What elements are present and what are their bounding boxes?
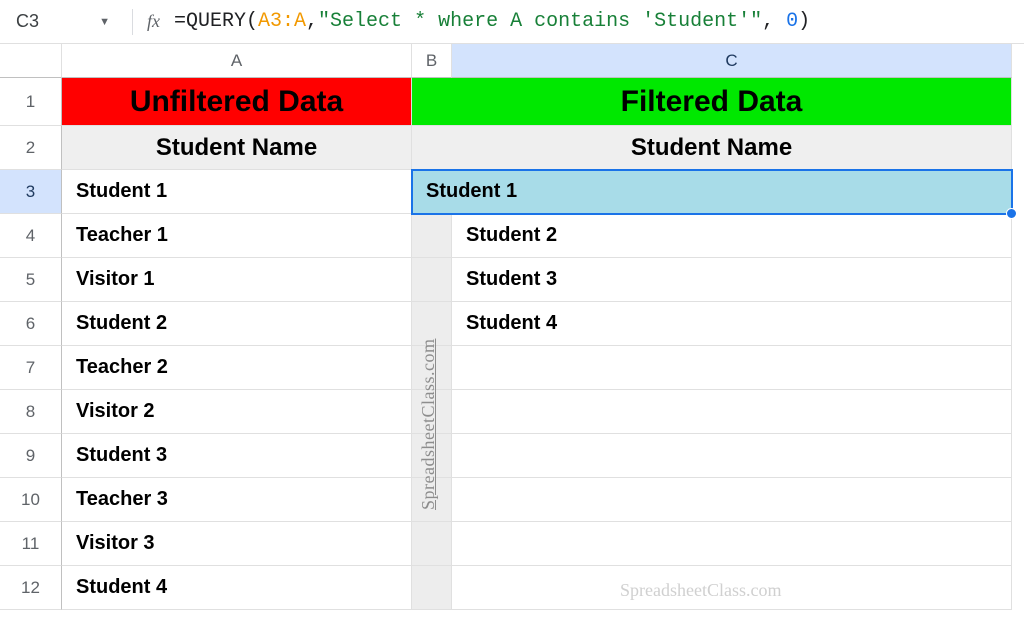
cell-b8[interactable] <box>412 390 452 434</box>
row-header-11[interactable]: 11 <box>0 522 62 566</box>
cell-value: Student 1 <box>426 180 517 203</box>
cell-a8[interactable]: Visitor 2 <box>62 390 412 434</box>
cell-a4[interactable]: Teacher 1 <box>62 214 412 258</box>
cell-c10[interactable] <box>452 478 1012 522</box>
cell-value: Student 2 <box>76 312 167 335</box>
cell-b9[interactable] <box>412 434 452 478</box>
cell-c9[interactable] <box>452 434 1012 478</box>
cell-c3[interactable]: Student 1 <box>412 170 1012 214</box>
formula-suffix: ) <box>798 10 810 33</box>
name-box-value: C3 <box>16 11 39 32</box>
divider <box>132 9 133 35</box>
cell-c8[interactable] <box>452 390 1012 434</box>
cell-c7[interactable] <box>452 346 1012 390</box>
row-header-9[interactable]: 9 <box>0 434 62 478</box>
cell-c6[interactable]: Student 4 <box>452 302 1012 346</box>
cell-value: Teacher 1 <box>76 224 168 247</box>
cell-a12[interactable]: Student 4 <box>62 566 412 610</box>
subhead-c: Student Name <box>631 134 792 162</box>
formula-arg3: 0 <box>786 10 798 33</box>
cell-a5[interactable]: Visitor 1 <box>62 258 412 302</box>
cell-a6[interactable]: Student 2 <box>62 302 412 346</box>
formula-bar: C3 ▼ fx =QUERY(A3:A,"Select * where A co… <box>0 0 1024 44</box>
cell-c5[interactable]: Student 3 <box>452 258 1012 302</box>
cell-b12[interactable] <box>412 566 452 610</box>
cell-value: Student 1 <box>76 180 167 203</box>
cell-a10[interactable]: Teacher 3 <box>62 478 412 522</box>
cell-value: Student 4 <box>76 576 167 599</box>
row-header-10[interactable]: 10 <box>0 478 62 522</box>
cell-value: Student 3 <box>76 444 167 467</box>
cell-b4[interactable] <box>412 214 452 258</box>
cell-c1[interactable]: Filtered Data <box>412 78 1012 126</box>
formula-query: "Select * where A contains 'Student'" <box>318 10 762 33</box>
cell-a11[interactable]: Visitor 3 <box>62 522 412 566</box>
selection-handle[interactable] <box>1006 208 1017 219</box>
fx-icon: fx <box>147 11 160 32</box>
cell-c12[interactable] <box>452 566 1012 610</box>
cell-a7[interactable]: Teacher 2 <box>62 346 412 390</box>
formula-comma2: , <box>762 10 786 33</box>
col-header-b[interactable]: B <box>412 44 452 78</box>
cell-value: Teacher 3 <box>76 488 168 511</box>
cell-c11[interactable] <box>452 522 1012 566</box>
cell-value: Student 4 <box>466 312 557 335</box>
row-header-12[interactable]: 12 <box>0 566 62 610</box>
cell-a3[interactable]: Student 1 <box>62 170 412 214</box>
select-all-corner[interactable] <box>0 44 62 78</box>
cell-value: Student 2 <box>466 224 557 247</box>
cell-b6[interactable] <box>412 302 452 346</box>
name-box[interactable]: C3 ▼ <box>8 7 118 36</box>
cell-b11[interactable] <box>412 522 452 566</box>
cell-value: Student 3 <box>466 268 557 291</box>
row-header-6[interactable]: 6 <box>0 302 62 346</box>
subhead-a: Student Name <box>156 134 317 162</box>
chevron-down-icon[interactable]: ▼ <box>99 16 110 28</box>
cell-b7[interactable] <box>412 346 452 390</box>
row-header-8[interactable]: 8 <box>0 390 62 434</box>
formula-range: A3:A <box>258 10 306 33</box>
formula-comma1: , <box>306 10 318 33</box>
cell-value: Visitor 2 <box>76 400 155 423</box>
cell-a9[interactable]: Student 3 <box>62 434 412 478</box>
row-header-4[interactable]: 4 <box>0 214 62 258</box>
formula-prefix: =QUERY( <box>174 10 258 33</box>
row-header-2[interactable]: 2 <box>0 126 62 170</box>
formula-input[interactable]: =QUERY(A3:A,"Select * where A contains '… <box>174 10 1016 33</box>
cell-value: Teacher 2 <box>76 356 168 379</box>
cell-a2[interactable]: Student Name <box>62 126 412 170</box>
row-header-1[interactable]: 1 <box>0 78 62 126</box>
cell-value: Visitor 1 <box>76 268 155 291</box>
cell-b5[interactable] <box>412 258 452 302</box>
filtered-title: Filtered Data <box>621 85 803 119</box>
row-header-7[interactable]: 7 <box>0 346 62 390</box>
spreadsheet-grid: A B C 1 Unfiltered Data Filtered Data 2 … <box>0 44 1024 610</box>
row-header-5[interactable]: 5 <box>0 258 62 302</box>
unfiltered-title: Unfiltered Data <box>130 85 343 119</box>
cell-c2[interactable]: Student Name <box>412 126 1012 170</box>
col-header-a[interactable]: A <box>62 44 412 78</box>
cell-a1[interactable]: Unfiltered Data <box>62 78 412 126</box>
cell-value: Visitor 3 <box>76 532 155 555</box>
row-header-3[interactable]: 3 <box>0 170 62 214</box>
col-header-c[interactable]: C <box>452 44 1012 78</box>
cell-b10[interactable] <box>412 478 452 522</box>
cell-c4[interactable]: Student 2 <box>452 214 1012 258</box>
